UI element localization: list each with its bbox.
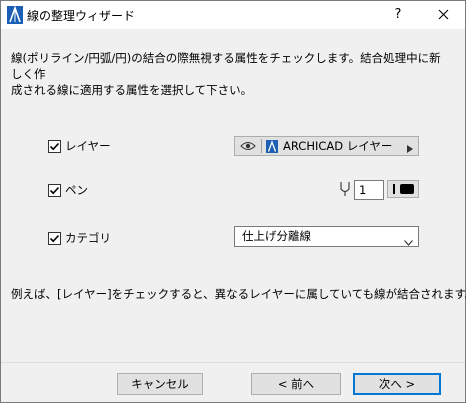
title-bar[interactable]: 線の整理ウィザード ? (1, 1, 465, 29)
category-dropdown[interactable]: 仕上げ分離線 (234, 226, 419, 247)
layer-label: レイヤー (65, 139, 111, 153)
pen-label: ペン (65, 183, 88, 197)
back-button[interactable]: < 前へ (251, 373, 341, 395)
intro-text: 線(ポリライン/円弧/円)の結合の際無視する属性をチェックします。結合処理中に新… (11, 51, 441, 97)
chevron-down-icon (404, 233, 413, 246)
example-text: 例えば、[レイヤー]をチェックすると、異なるレイヤーに属していても線が結合されま… (11, 287, 466, 301)
category-label: カテゴリ (65, 231, 111, 245)
pen-nib-icon (339, 181, 351, 197)
checkmark-icon (49, 186, 60, 194)
pen-checkbox[interactable] (48, 183, 61, 197)
pen-weight-bar (393, 184, 395, 194)
wizard-window: 線の整理ウィザード ? 線(ポリライン/円弧/円)の結合の際無視する属性をチェッ… (0, 0, 466, 403)
cancel-button[interactable]: キャンセル (117, 373, 203, 395)
layer-checkbox[interactable] (48, 139, 61, 153)
close-icon (438, 9, 449, 20)
checkmark-icon (49, 142, 60, 150)
wizard-content: 線(ポリライン/円弧/円)の結合の際無視する属性をチェックします。結合処理中に新… (1, 29, 466, 362)
divider (261, 139, 262, 153)
eye-icon (240, 140, 256, 152)
window-title: 線の整理ウィザード (27, 9, 136, 23)
category-checkbox[interactable] (48, 231, 61, 245)
pen-number-input[interactable]: 1 (354, 180, 384, 200)
layer-selector[interactable]: ARCHICAD レイヤー (234, 136, 419, 156)
pen-color-swatch (400, 184, 414, 194)
checkmark-icon (49, 234, 60, 242)
category-value: 仕上げ分離線 (242, 229, 311, 243)
pen-swatch-button[interactable] (387, 180, 419, 198)
layer-value: ARCHICAD レイヤー (283, 139, 393, 153)
category-row: カテゴリ (48, 230, 111, 246)
close-button[interactable] (425, 1, 461, 29)
pen-row: ペン (48, 182, 88, 198)
layer-row: レイヤー (48, 138, 111, 154)
help-button[interactable]: ? (381, 1, 415, 29)
button-bar: キャンセル < 前へ 次へ > (1, 362, 465, 402)
layer-icon (266, 139, 278, 153)
archicad-app-icon (7, 5, 23, 24)
next-button[interactable]: 次へ > (353, 373, 441, 395)
play-arrow-icon (407, 142, 413, 153)
